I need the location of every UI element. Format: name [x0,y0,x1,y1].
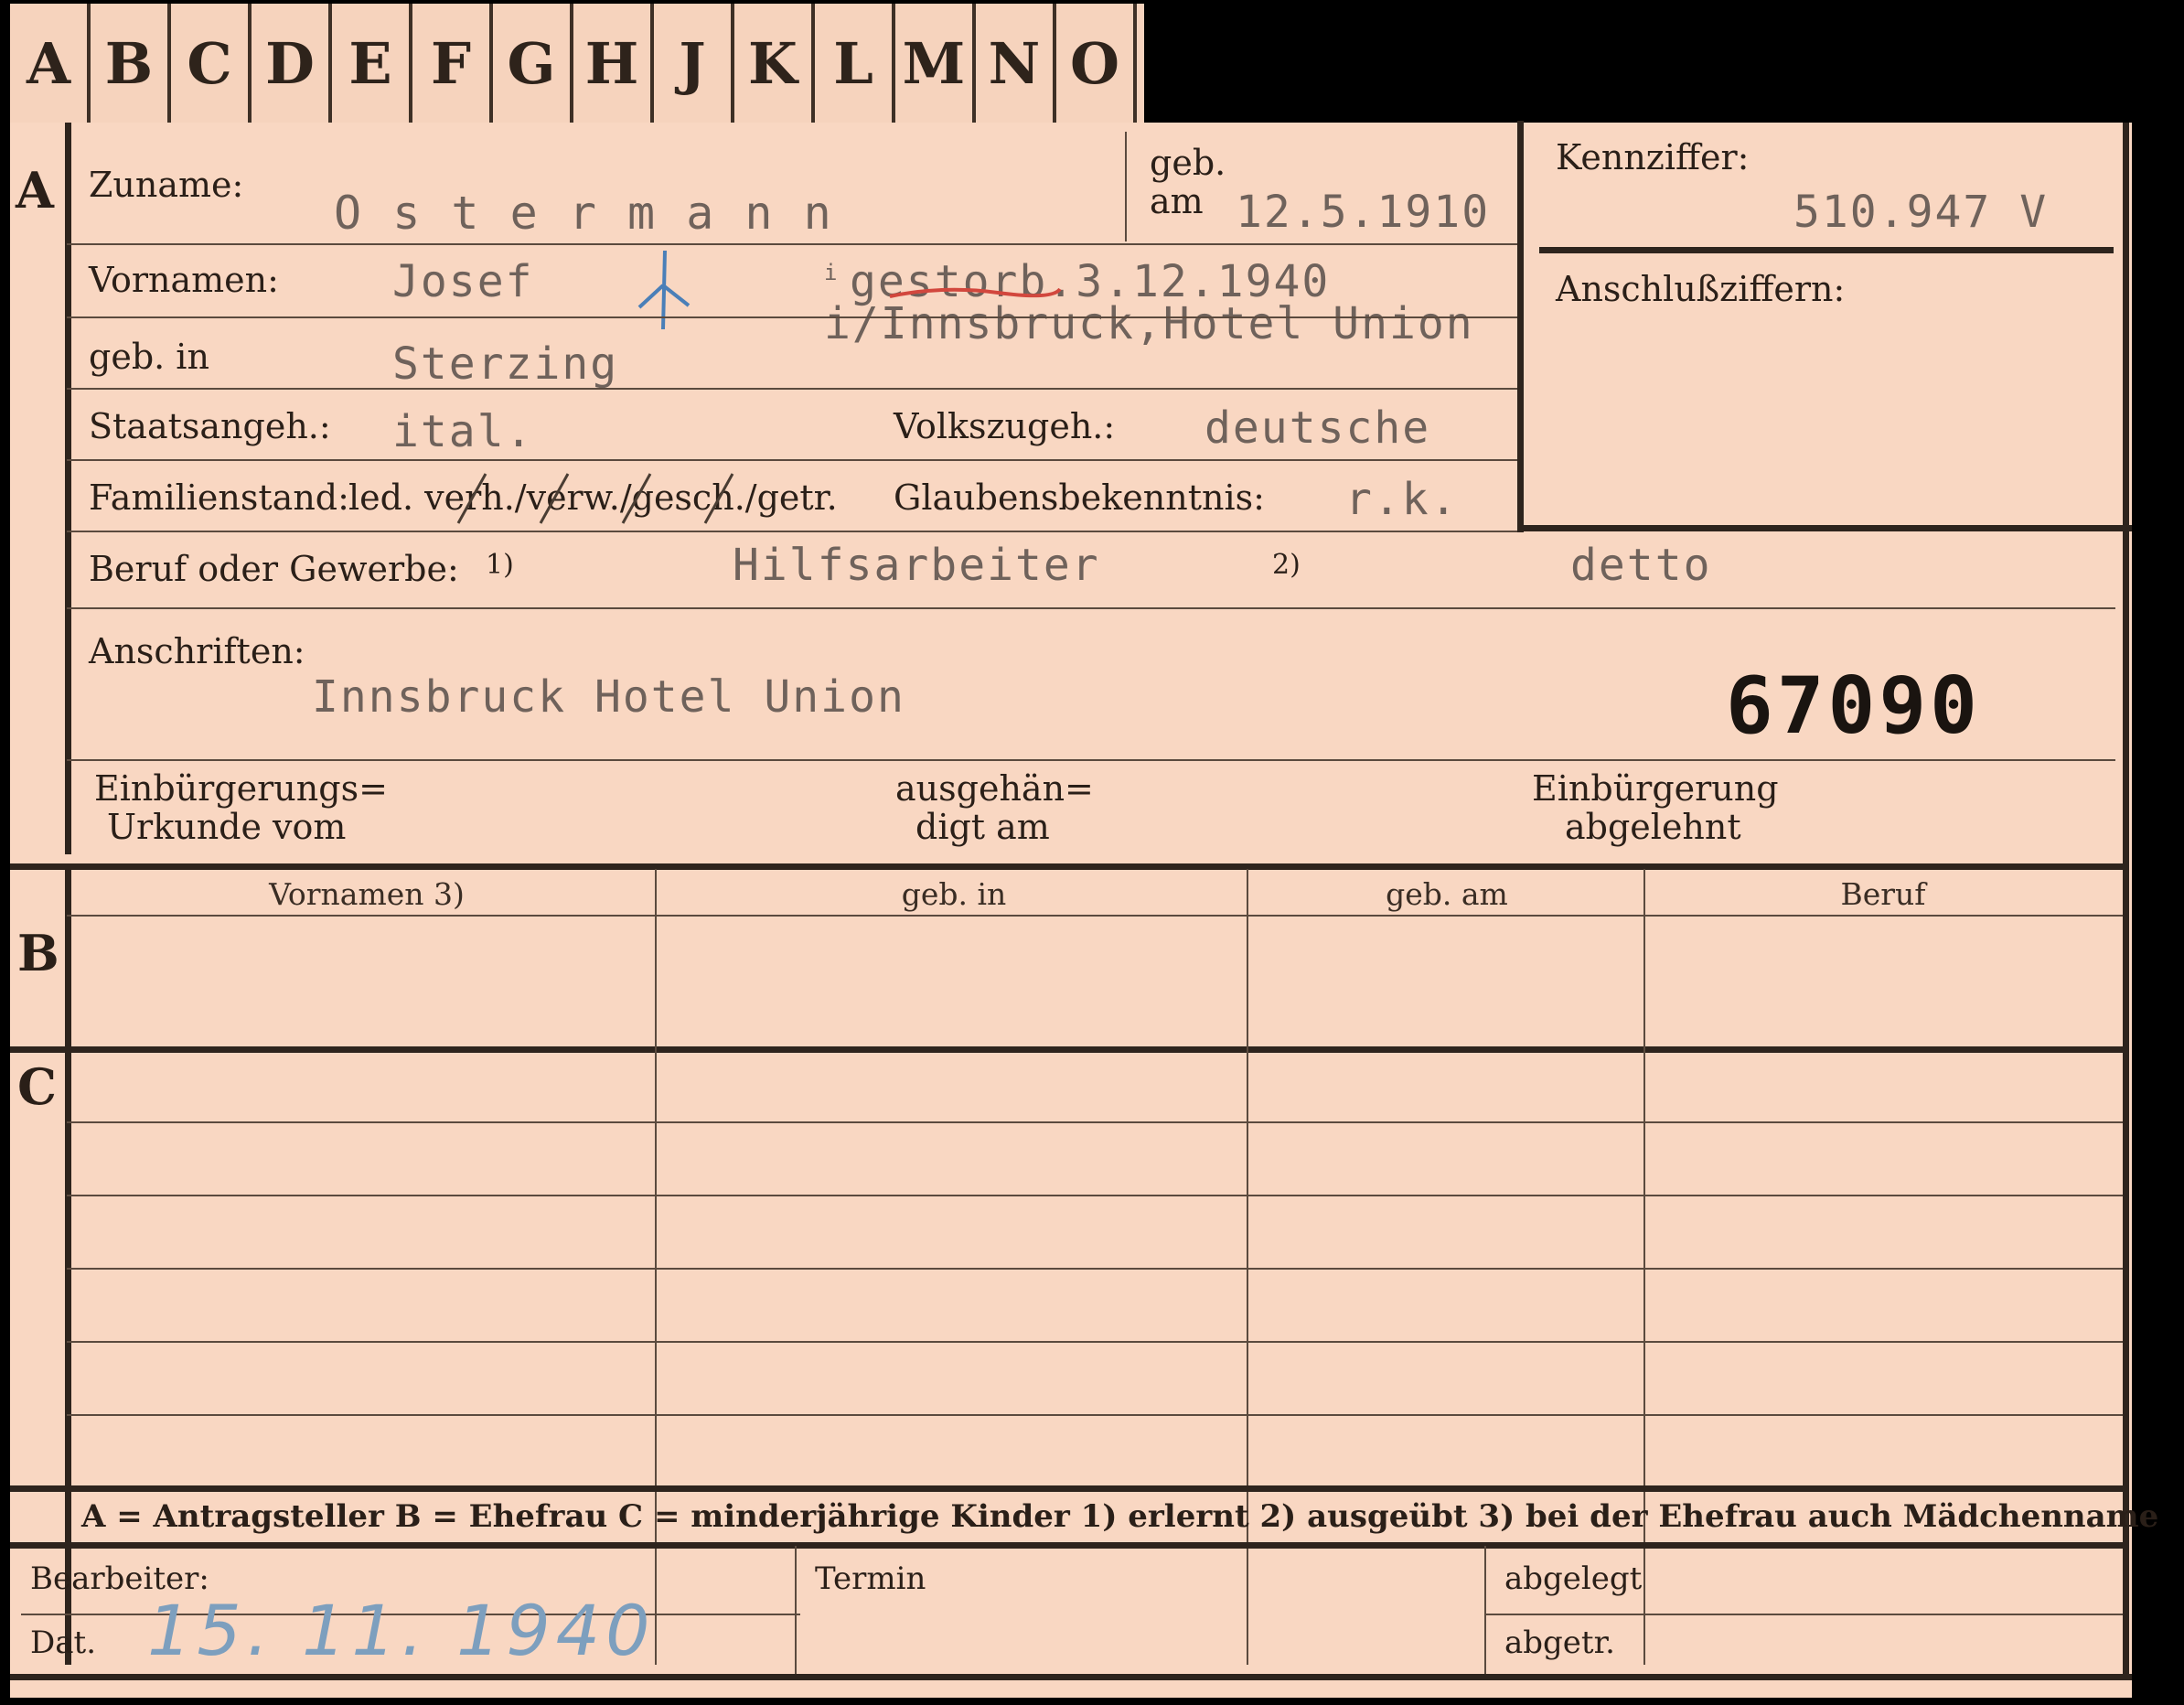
ausgehaendigt-label-2: digt am [915,807,1050,847]
tab-h[interactable]: H [573,4,654,123]
c-row-rule-4 [67,1341,2123,1343]
c-row-rule-1 [67,1121,2123,1123]
col-geb-in: geb. in [901,876,1007,912]
tab-c[interactable]: C [171,4,252,123]
section-c-letter: C [17,1057,57,1116]
index-tabs: ABCDEFGHJKLMNO [10,4,1144,123]
footnote-2: 2) [1272,549,1301,581]
row-rule-1 [67,243,1517,245]
glaubensbekenntnis-label: Glaubensbekenntnis: [894,477,1265,518]
row-rule-4 [67,459,1517,461]
row-rule-7 [67,759,2115,761]
card-bottom-rule [10,1674,2132,1680]
col-beruf: Beruf [1840,876,1926,912]
vornamen-value: Josef [392,256,534,307]
row-rule-2 [67,316,1517,318]
tab-k[interactable]: K [734,4,815,123]
zuname-label: Zuname: [89,165,244,205]
beruf-ausgeuebt-value: detto [1570,540,1712,591]
dat-label: Dat. [30,1625,97,1661]
vornamen-label: Vornamen: [89,260,279,300]
glaubensbekenntnis-value: r.k. [1345,474,1459,525]
staatsangeh-label: Staatsangeh.: [89,406,331,446]
geb-in-label: geb. in [89,337,209,377]
row-rule-5 [67,531,1517,532]
kennziffer-divider [1539,247,2114,253]
einb-urkunde-label-1: Einbürgerungs= [94,768,388,809]
kennziffer-box-left-rule [1517,121,1524,532]
footer-divider-2 [1484,1546,1486,1674]
footnote-1: 1) [486,549,514,581]
einb-urkunde-label-2: Urkunde vom [107,807,347,847]
footer-divider-1 [795,1546,797,1674]
ausgehaendigt-label-1: ausgehän= [895,768,1094,809]
c-row-rule-5 [67,1414,2123,1416]
tab-g[interactable]: G [493,4,573,123]
section-b-letter: B [17,924,59,982]
tab-j[interactable]: J [654,4,734,123]
zuname-value: O s t e r m a n n [334,187,833,240]
kennziffer-label: Kennziffer: [1556,137,1750,177]
c-row-rule-2 [67,1195,2123,1196]
familienstand-label: Familienstand: [89,477,349,518]
volkszugeh-value: deutsche [1204,402,1431,454]
tab-d[interactable]: D [252,4,332,123]
col-vornamen: Vornamen 3) [269,876,465,912]
gestorben-ort-value: i/Innsbruck,Hotel Union [824,298,1474,349]
section-b-header-rule [67,915,2123,917]
geb-in-value: Sterzing [392,338,619,390]
kennziffer-value: 510.947 V [1793,187,2049,238]
anschlussziffern-label: Anschlußziffern: [1556,269,1846,309]
termin-label: Termin [815,1560,926,1597]
geb-am-label: am [1150,181,1204,221]
abgelegt-label: abgelegt [1504,1560,1643,1597]
dat-stamp-value: 15. 11. 1940 [147,1590,656,1671]
tab-n[interactable]: N [976,4,1056,123]
anschriften-label: Anschriften: [89,631,305,671]
section-c-top-rule [10,1046,2123,1053]
kennziffer-box-bottom-rule [1517,525,2132,531]
tab-o[interactable]: O [1056,4,1137,123]
legend-bottom-rule [10,1542,2123,1549]
geb-divider [1125,132,1127,241]
row-rule-3 [67,388,1517,390]
tab-l[interactable]: L [815,4,895,123]
col-geb-am: geb. am [1386,876,1508,912]
section-b-top-rule [10,863,2123,870]
footer-rule-right [1486,1614,2123,1615]
strike-marks [456,473,734,524]
c-row-rule-3 [67,1268,2123,1270]
geb-am-value: 12.5.1910 [1236,187,1491,238]
anschrift-value: Innsbruck Hotel Union [312,671,905,723]
einb-abgelehnt-label-2: abgelehnt [1565,807,1741,847]
gestorben-prefix: i [824,260,840,285]
tab-f[interactable]: F [412,4,493,123]
tab-m[interactable]: M [895,4,976,123]
akten-number: 67090 [1726,660,1981,752]
tab-a[interactable]: A [10,4,91,123]
beruf-erlernt-value: Hilfsarbeiter [733,540,1100,591]
tab-b[interactable]: B [91,4,171,123]
section-a-left-rule [65,123,71,854]
beruf-label: Beruf oder Gewerbe: [89,549,459,589]
staatsangeh-value: ital. [392,406,534,457]
volkszugeh-label: Volkszugeh.: [894,406,1116,446]
geb-label: geb. [1150,143,1226,183]
registration-card: A Zuname: O s t e r m a n n geb. am 12.5… [10,121,2158,1698]
legend-top-rule [10,1485,2123,1492]
card-right-rule [2123,123,2129,1678]
legend: A = Antragsteller B = Ehefrau C = minder… [81,1498,2159,1535]
row-rule-6 [67,607,2115,609]
abgetr-label: abgetr. [1504,1625,1615,1661]
section-a-letter: A [16,161,54,220]
tab-e[interactable]: E [332,4,412,123]
death-mark-icon [637,250,691,330]
einb-abgelehnt-label-1: Einbürgerung [1532,768,1779,809]
